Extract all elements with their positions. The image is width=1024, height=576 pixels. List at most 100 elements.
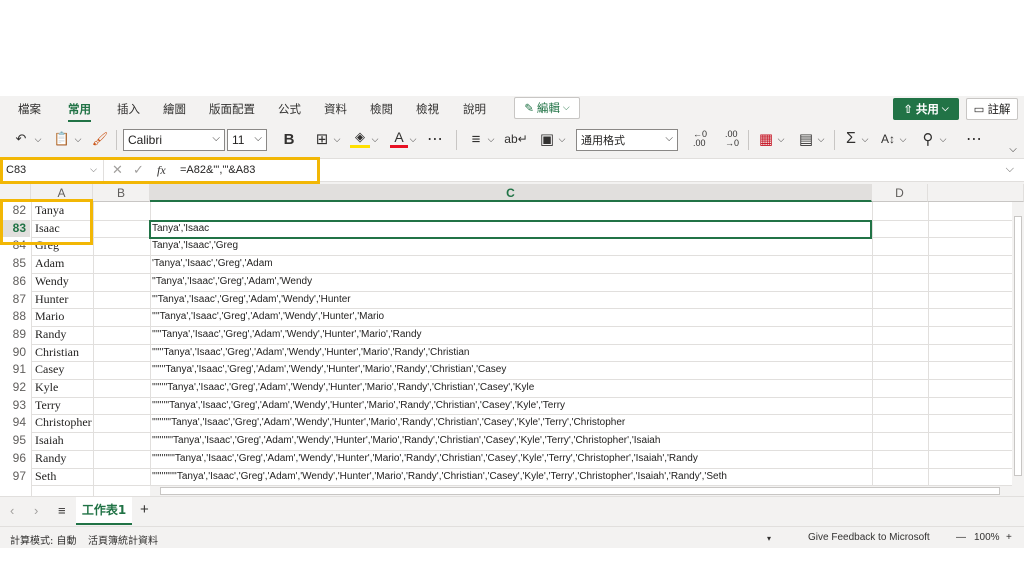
tab-insert[interactable]: 插入 (117, 101, 140, 117)
cell-a[interactable]: Terry (31, 397, 93, 415)
find-search-icon[interactable]: ⚲ (918, 128, 938, 150)
cell-a[interactable]: Wendy (31, 273, 93, 291)
expand-ribbon-icon[interactable]: ⌵ (1006, 138, 1020, 160)
cell-c[interactable]: ''''''''''''Tanya','Isaac','Greg','Adam'… (150, 450, 872, 468)
horizontal-scrollbar[interactable] (150, 486, 1012, 496)
row-header[interactable]: 89 (0, 326, 30, 344)
row-header[interactable]: 96 (0, 450, 30, 468)
autosum-dropdown-icon[interactable]: ⌵ (860, 128, 870, 150)
cell-a[interactable]: Hunter (31, 291, 93, 309)
tab-file[interactable]: 檔案 (18, 101, 41, 117)
row-header[interactable]: 87 (0, 291, 30, 309)
cell-c[interactable]: ''''Tanya','Isaac','Greg','Adam','Wendy'… (150, 308, 872, 326)
cell-a[interactable]: Randy (31, 326, 93, 344)
cell-c[interactable]: ''''''Tanya','Isaac','Greg','Adam','Wend… (150, 344, 872, 362)
column-header-e[interactable] (928, 184, 1024, 202)
cell-a[interactable]: Randy (31, 450, 93, 468)
sort-dropdown-icon[interactable]: ⌵ (898, 128, 908, 150)
decrease-decimal-icon[interactable]: .00 →0 (722, 128, 742, 150)
cell-a[interactable]: Casey (31, 361, 93, 379)
paste-icon[interactable]: 📋 (52, 128, 72, 150)
row-header[interactable]: 93 (0, 397, 30, 415)
zoom-out-button[interactable]: — (956, 532, 966, 543)
align-dropdown-icon[interactable]: ⌵ (486, 128, 496, 150)
cell-c[interactable]: ''Tanya','Isaac','Greg','Adam','Wendy (150, 273, 872, 291)
borders-icon[interactable]: ⊞ (312, 128, 332, 150)
expand-formula-bar-icon[interactable]: ⌵ (1006, 163, 1014, 176)
row-header[interactable]: 97 (0, 468, 30, 486)
cell-a[interactable]: Mario (31, 308, 93, 326)
cell-c[interactable]: '''Tanya','Isaac','Greg','Adam','Wendy',… (150, 291, 872, 309)
undo-dropdown-icon[interactable]: ⌵ (32, 128, 44, 150)
tab-view[interactable]: 檢視 (416, 101, 439, 117)
conditional-formatting-icon[interactable]: ▦ (756, 128, 776, 150)
cell-a[interactable]: Seth (31, 468, 93, 486)
font-size-select[interactable]: 11 ⌵ (227, 129, 267, 151)
undo-icon[interactable]: ↶ (10, 128, 32, 150)
number-format-select[interactable]: 通用格式 ⌵ (576, 129, 678, 151)
font-name-select[interactable]: Calibri ⌵ (123, 129, 225, 151)
tab-page-layout[interactable]: 版面配置 (209, 101, 255, 117)
paste-dropdown-icon[interactable]: ⌵ (72, 128, 84, 150)
cell-c[interactable]: 'Tanya','Isaac','Greg','Adam (150, 255, 872, 273)
prev-sheet-icon[interactable]: ‹ (10, 503, 14, 518)
row-header[interactable]: 92 (0, 379, 30, 397)
font-color-icon[interactable]: A (390, 128, 408, 148)
row-header[interactable]: 95 (0, 432, 30, 450)
row-header[interactable]: 88 (0, 308, 30, 326)
add-sheet-button[interactable]: + (140, 501, 149, 518)
wrap-text-icon[interactable]: ab↵ (504, 128, 527, 150)
cell-a[interactable]: Christopher (31, 414, 93, 432)
cell-c[interactable]: ''''''''Tanya','Isaac','Greg','Adam','We… (150, 379, 872, 397)
zoom-level[interactable]: 100% (974, 532, 1000, 543)
format-painter-icon[interactable]: 🖌 (90, 128, 110, 150)
horizontal-scroll-thumb[interactable] (160, 487, 1000, 495)
tab-draw[interactable]: 繪圖 (163, 101, 186, 117)
tab-data[interactable]: 資料 (324, 101, 347, 117)
sheet-tab-1[interactable]: 工作表1 (76, 497, 132, 525)
chevron-down-icon[interactable]: ▾ (767, 534, 771, 543)
active-cell-c83[interactable] (149, 220, 872, 239)
row-header[interactable]: 90 (0, 344, 30, 362)
workbook-statistics-button[interactable]: 活頁簿統計資料 (88, 532, 158, 547)
merge-dropdown-icon[interactable]: ⌵ (557, 128, 567, 150)
font-color-dropdown-icon[interactable]: ⌵ (408, 128, 418, 150)
comments-button[interactable]: ▭ 註解 (966, 98, 1018, 120)
editing-mode-button[interactable]: ✎ 編輯 ⌵ (514, 97, 580, 119)
tab-review[interactable]: 檢閱 (370, 101, 393, 117)
share-button[interactable]: ⇧ 共用 ⌵ (893, 98, 959, 120)
cell-a[interactable]: Adam (31, 255, 93, 273)
sheet-list-icon[interactable]: ≡ (58, 503, 66, 518)
sort-filter-icon[interactable]: A↕ (878, 128, 898, 150)
zoom-in-button[interactable]: + (1006, 532, 1012, 543)
autosum-icon[interactable]: Σ (842, 128, 860, 150)
column-header-b[interactable]: B (93, 184, 150, 202)
cell-c[interactable]: '''''''''Tanya','Isaac','Greg','Adam','W… (150, 397, 872, 415)
column-header-d[interactable]: D (872, 184, 928, 202)
row-header[interactable]: 94 (0, 414, 30, 432)
increase-decimal-icon[interactable]: ←0.00 (690, 128, 710, 150)
tab-home[interactable]: 常用 (68, 101, 91, 122)
align-icon[interactable]: ≡ (466, 128, 486, 150)
cell-c[interactable]: ''''''''''Tanya','Isaac','Greg','Adam','… (150, 414, 872, 432)
feedback-link[interactable]: Give Feedback to Microsoft (808, 532, 930, 543)
row-header[interactable]: 85 (0, 255, 30, 273)
more-options-icon[interactable]: ⋯ (424, 128, 446, 150)
row-header[interactable]: 91 (0, 361, 30, 379)
cell-c[interactable]: '''''''''''''Tanya','Isaac','Greg','Adam… (150, 468, 872, 486)
bold-button[interactable]: B (280, 128, 298, 150)
find-dropdown-icon[interactable]: ⌵ (938, 128, 948, 150)
cell-a[interactable]: Kyle (31, 379, 93, 397)
vertical-scroll-thumb[interactable] (1014, 216, 1022, 476)
format-as-table-icon[interactable]: ▤ (796, 128, 816, 150)
fill-color-icon[interactable]: ◈ (350, 128, 370, 148)
vertical-scrollbar[interactable] (1012, 202, 1024, 496)
tab-formulas[interactable]: 公式 (278, 101, 301, 117)
fill-color-dropdown-icon[interactable]: ⌵ (370, 128, 380, 150)
cell-c[interactable]: '''''''''''Tanya','Isaac','Greg','Adam',… (150, 432, 872, 450)
cell-a[interactable]: Christian (31, 344, 93, 362)
row-header[interactable]: 86 (0, 273, 30, 291)
format-table-dropdown-icon[interactable]: ⌵ (816, 128, 826, 150)
cell-c[interactable]: '''''Tanya','Isaac','Greg','Adam','Wendy… (150, 326, 872, 344)
tab-help[interactable]: 說明 (463, 101, 486, 117)
